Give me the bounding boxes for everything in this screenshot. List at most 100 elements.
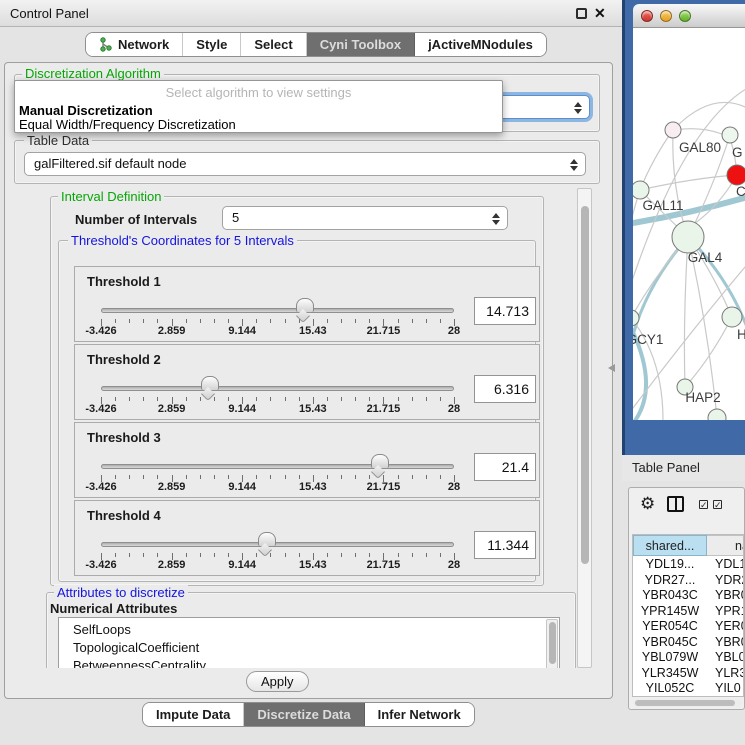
slider-thumb[interactable]: [296, 298, 314, 320]
minor-tick: [285, 553, 286, 557]
tab-cyni-toolbox[interactable]: Cyni Toolbox: [307, 33, 415, 56]
scrollbar-thumb[interactable]: [581, 206, 589, 564]
threshold-value-field[interactable]: [474, 297, 536, 325]
scrollbar-thumb[interactable]: [549, 622, 556, 664]
node-g-partial[interactable]: [722, 127, 738, 143]
algorithm-group-label: Discretization Algorithm: [22, 66, 164, 81]
dropdown-option-equal-width[interactable]: Equal Width/Frequency Discretization: [19, 117, 236, 132]
dropdown-option-manual[interactable]: Manual Discretization: [19, 103, 153, 118]
tab-style[interactable]: Style: [183, 33, 241, 56]
table-horizontal-scrollbar[interactable]: [633, 699, 742, 707]
combo-stepper-icon[interactable]: [571, 99, 584, 116]
table-row[interactable]: YBR043CYBR0: [633, 588, 744, 604]
scrollbar-thumb[interactable]: [635, 700, 735, 706]
table-row[interactable]: YLR345WYLR3: [633, 666, 744, 682]
table-row[interactable]: YER054CYER0: [633, 619, 744, 635]
threshold-value-field[interactable]: [474, 531, 536, 559]
minor-tick: [214, 475, 215, 479]
network-edge[interactable]: [640, 175, 737, 190]
attribute-list-item[interactable]: BetweennessCentrality: [73, 657, 559, 668]
minor-tick: [327, 553, 328, 557]
minor-tick: [398, 319, 399, 323]
minor-tick: [143, 397, 144, 401]
table-row[interactable]: YBL079WYBL0: [633, 650, 744, 666]
slider-track[interactable]: [101, 542, 454, 547]
tick-label: 9.144: [228, 403, 256, 415]
node-gal80[interactable]: [665, 122, 681, 138]
minor-tick: [355, 475, 356, 479]
checkbox-icon[interactable]: ✓: [699, 500, 708, 509]
threshold-value-field[interactable]: [474, 375, 536, 403]
table-settings-gear-icon[interactable]: ⚙: [640, 494, 655, 514]
node-gal4[interactable]: [672, 221, 704, 253]
attribute-list-item[interactable]: TopologicalCoefficient: [73, 639, 559, 657]
node-red[interactable]: [727, 165, 745, 185]
settings-scrollbar[interactable]: [577, 188, 592, 668]
tick-label: 21.715: [367, 325, 401, 337]
column-header-name[interactable]: na: [707, 535, 744, 556]
number-of-intervals-spinner[interactable]: 5: [222, 206, 508, 230]
tick-label: 28: [448, 325, 460, 337]
combo-stepper-icon[interactable]: [567, 156, 580, 173]
table-row[interactable]: YPR145WYPR1: [633, 604, 744, 620]
apply-button[interactable]: Apply: [246, 671, 309, 692]
network-edge[interactable]: [640, 130, 673, 190]
slider-track[interactable]: [101, 308, 454, 313]
minor-tick: [440, 475, 441, 479]
node-attribute-table[interactable]: shared... na YDL19...YDL1YDR27...YDR2YBR…: [632, 534, 744, 697]
minor-tick: [299, 553, 300, 557]
node-h-partial[interactable]: [722, 307, 742, 327]
tab-discretize-data[interactable]: Discretize Data: [244, 703, 364, 726]
table-row[interactable]: YBR045CYBR0: [633, 635, 744, 651]
attributes-list-scrollbar[interactable]: [546, 619, 558, 668]
node-bottom-partial[interactable]: [708, 409, 726, 420]
checkbox-icon[interactable]: ✓: [713, 500, 722, 509]
tab-jactivemnodules[interactable]: jActiveMNodules: [415, 33, 546, 56]
tab-label: Cyni Toolbox: [320, 37, 401, 52]
numerical-attributes-list[interactable]: SelfLoopsTopologicalCoefficientBetweenne…: [58, 617, 560, 668]
split-columns-icon[interactable]: [667, 496, 684, 512]
minor-tick: [214, 553, 215, 557]
tab-network[interactable]: Network: [86, 33, 183, 56]
node-gal11[interactable]: [633, 181, 649, 199]
cell-shared-name: YBL079W: [633, 650, 707, 664]
panel-collapse-handle-icon[interactable]: [608, 364, 615, 372]
tab-infer-network[interactable]: Infer Network: [365, 703, 474, 726]
spinner-stepper-icon[interactable]: [489, 210, 502, 227]
minor-tick: [440, 397, 441, 401]
slider-thumb[interactable]: [201, 376, 219, 398]
table-row[interactable]: YDR27...YDR2: [633, 573, 744, 589]
minimize-window-button[interactable]: [660, 10, 672, 22]
minor-tick: [341, 553, 342, 557]
tab-select[interactable]: Select: [241, 33, 306, 56]
zoom-window-button[interactable]: [679, 10, 691, 22]
network-edge[interactable]: [673, 102, 745, 130]
minor-tick: [426, 319, 427, 323]
minor-tick: [355, 553, 356, 557]
table-row[interactable]: YDL19...YDL1: [633, 557, 744, 573]
minor-tick: [129, 319, 130, 323]
slider-thumb[interactable]: [258, 532, 276, 554]
tick-label: 2.859: [158, 481, 186, 493]
table-panel: ⚙ ✓ ✓ shared... na YDL19...YDL1YDR27...Y…: [628, 487, 745, 710]
network-canvas[interactable]: GAL80GCGAL11GAL4GCY1HHAP2: [633, 28, 745, 420]
tab-impute-data[interactable]: Impute Data: [143, 703, 244, 726]
minor-tick: [369, 397, 370, 401]
float-window-button[interactable]: [576, 8, 587, 19]
slider-thumb[interactable]: [371, 454, 389, 476]
attribute-list-item[interactable]: SelfLoops: [73, 621, 559, 639]
close-panel-button[interactable]: ✕: [594, 5, 606, 22]
network-window-titlebar[interactable]: [633, 4, 745, 28]
slider-track[interactable]: [101, 464, 454, 469]
dropdown-hint-item[interactable]: Select algorithm to view settings: [15, 85, 502, 100]
table-row[interactable]: YIL052CYIL0: [633, 681, 744, 697]
column-header-shared[interactable]: shared...: [633, 535, 707, 556]
cyni-bottom-tabs: Impute DataDiscretize DataInfer Network: [142, 702, 475, 727]
minor-tick: [426, 553, 427, 557]
close-window-button[interactable]: [641, 10, 653, 22]
slider-track[interactable]: [101, 386, 454, 391]
table-data-combobox[interactable]: galFiltered.sif default node: [24, 152, 586, 176]
minor-tick: [412, 397, 413, 401]
threshold-value-field[interactable]: [474, 453, 536, 481]
threshold-panel-2: Threshold 2-3.4262.8599.14415.4321.71528: [74, 344, 540, 420]
